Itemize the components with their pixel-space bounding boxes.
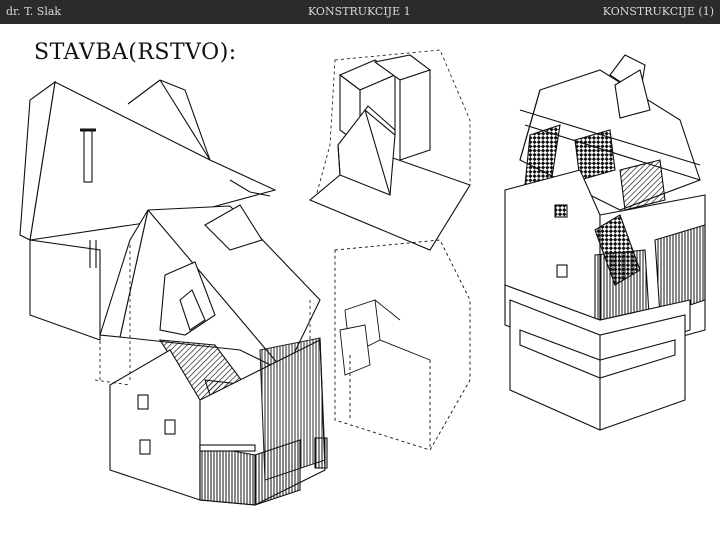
massing-diagram-top [308,49,471,251]
course-title-center: KONSTRUKCIJE 1 [308,5,411,18]
architectural-drawings [19,49,706,506]
author-label: dr. T. Slak [6,5,62,18]
structure-diagram-bottom [334,239,471,451]
house-drawing-exploded [504,54,706,431]
course-title-right: KONSTRUKCIJE (1) [602,5,714,18]
slide-header-bar: dr. T. Slak KONSTRUKCIJE 1 KONSTRUKCIJE … [0,0,720,24]
house-drawing-foreground [94,204,328,506]
